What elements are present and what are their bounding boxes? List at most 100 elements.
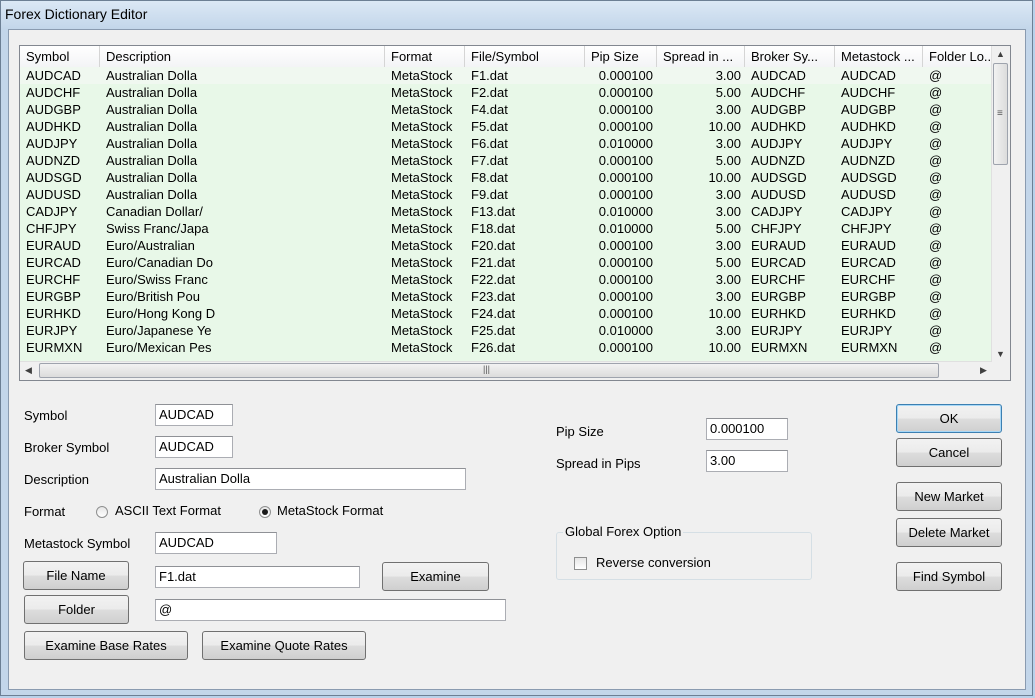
table-row[interactable]: AUDGBP Australian Dolla MetaStock F4.dat 0.0… (20, 101, 992, 118)
table-cell: CADJPY (751, 204, 803, 219)
table-row[interactable]: AUDNZD Australian Dolla MetaStock F7.dat 0.0… (20, 152, 992, 169)
table-cell: 10.00 (708, 306, 741, 321)
table-cell: MetaStock (391, 340, 453, 355)
pip-size-input[interactable]: 0.000100 (706, 418, 788, 440)
table-cell: AUDJPY (26, 136, 78, 151)
forex-table[interactable]: Symbol Description Format File/Symbol Pip Si… (19, 45, 1011, 381)
table-row[interactable]: EURJPY Euro/Japanese Ye MetaStock F25.dat 0.… (20, 322, 992, 339)
table-cell: AUDUSD (26, 187, 81, 202)
scroll-right-arrow-icon[interactable]: ▶ (975, 362, 992, 379)
reverse-conversion-label[interactable]: Reverse conversion (596, 555, 711, 570)
column-header[interactable]: Pip Size (585, 46, 657, 67)
symbol-label: Symbol (24, 408, 68, 423)
table-cell: Australian Dolla (106, 85, 198, 100)
table-row[interactable]: AUDJPY Australian Dolla MetaStock F6.dat 0.0… (20, 135, 992, 152)
table-cell: EURHKD (26, 306, 81, 321)
horizontal-scrollbar[interactable]: ◀ ||| ▶ (20, 361, 992, 380)
table-cell: MetaStock (391, 238, 453, 253)
table-cell: EURMXN (841, 340, 898, 355)
table-cell: EURCHF (751, 272, 806, 287)
metastock-format-radio[interactable] (259, 506, 271, 518)
horizontal-scroll-thumb[interactable]: ||| (39, 363, 939, 378)
table-cell: AUDJPY (751, 136, 803, 151)
scroll-left-arrow-icon[interactable]: ◀ (20, 362, 37, 379)
table-row[interactable]: EURHKD Euro/Hong Kong D MetaStock F24.dat 0.… (20, 305, 992, 322)
column-header[interactable]: File/Symbol (465, 46, 585, 67)
scroll-up-arrow-icon[interactable]: ▲ (992, 46, 1009, 63)
table-row[interactable]: EURCHF Euro/Swiss Franc MetaStock F22.dat 0.… (20, 271, 992, 288)
delete-market-button[interactable]: Delete Market (896, 518, 1002, 547)
description-input[interactable]: Australian Dolla (155, 468, 466, 490)
folder-button[interactable]: Folder (24, 595, 129, 624)
table-body[interactable]: AUDCAD Australian Dolla MetaStock F1.dat 0.0… (20, 67, 992, 363)
table-row[interactable]: AUDCAD Australian Dolla MetaStock F1.dat 0.0… (20, 67, 992, 84)
scroll-down-arrow-icon[interactable]: ▼ (992, 346, 1009, 363)
table-cell: Euro/Swiss Franc (106, 272, 208, 287)
global-forex-option-label: Global Forex Option (563, 524, 684, 539)
reverse-conversion-checkbox[interactable] (574, 557, 587, 570)
table-cell: MetaStock (391, 306, 453, 321)
table-row[interactable]: AUDCHF Australian Dolla MetaStock F2.dat 0.0… (20, 84, 992, 101)
examine-quote-rates-button[interactable]: Examine Quote Rates (202, 631, 366, 660)
column-header[interactable]: Description (100, 46, 385, 67)
examine-base-rates-button[interactable]: Examine Base Rates (24, 631, 188, 660)
title-bar[interactable]: Forex Dictionary Editor (1, 1, 1032, 29)
table-cell: AUDGBP (751, 102, 806, 117)
metastock-format-label[interactable]: MetaStock Format (277, 503, 383, 518)
table-row[interactable]: EURMXN Euro/Mexican Pes MetaStock F26.dat 0.… (20, 339, 992, 356)
cancel-button[interactable]: Cancel (896, 438, 1002, 467)
column-header[interactable]: Symbol (20, 46, 100, 67)
table-cell: MetaStock (391, 323, 453, 338)
table-cell: AUDSGD (751, 170, 807, 185)
ascii-format-label[interactable]: ASCII Text Format (115, 503, 221, 518)
table-cell: F25.dat (471, 323, 516, 338)
table-cell: MetaStock (391, 187, 453, 202)
table-row[interactable]: AUDSGD Australian Dolla MetaStock F8.dat 0.0… (20, 169, 992, 186)
column-header[interactable]: Folder Lo... (923, 46, 992, 67)
table-cell: EURMXN (26, 340, 83, 355)
table-row[interactable]: AUDHKD Australian Dolla MetaStock F5.dat 0.0… (20, 118, 992, 135)
table-row[interactable]: CADJPY Canadian Dollar/MetaStock F13.dat 0.… (20, 203, 992, 220)
spread-in-pips-input[interactable]: 3.00 (706, 450, 788, 472)
column-header[interactable]: Spread in ... (657, 46, 745, 67)
pip-size-label: Pip Size (556, 424, 604, 439)
table-cell: 3.00 (715, 187, 741, 202)
find-symbol-button[interactable]: Find Symbol (896, 562, 1002, 591)
table-cell: CHFJPY (751, 221, 802, 236)
vertical-scrollbar[interactable]: ▲ ≡ ▼ (991, 46, 1010, 363)
table-cell: 0.000100 (598, 119, 653, 134)
broker-symbol-input[interactable]: AUDCAD (155, 436, 233, 458)
vertical-scroll-thumb[interactable]: ≡ (993, 63, 1008, 165)
ok-button[interactable]: OK (896, 404, 1002, 433)
table-cell: 5.00 (715, 255, 741, 270)
column-header[interactable]: Metastock ... (835, 46, 923, 67)
table-row[interactable]: EURGBP Euro/British Pou MetaStock F23.dat 0.… (20, 288, 992, 305)
table-cell: 0.010000 (598, 204, 653, 219)
column-header[interactable]: Format (385, 46, 465, 67)
table-cell: AUDCAD (751, 68, 806, 83)
metastock-symbol-input[interactable]: AUDCAD (155, 532, 277, 554)
table-cell: 0.000100 (598, 153, 653, 168)
column-header[interactable]: Broker Sy... (745, 46, 835, 67)
metastock-symbol-label: Metastock Symbol (24, 536, 131, 551)
symbol-input[interactable]: AUDCAD (155, 404, 233, 426)
table-row[interactable]: EURCAD Euro/Canadian Do MetaStock F21.dat 0.… (20, 254, 992, 271)
table-cell: EURJPY (841, 323, 893, 338)
examine-button[interactable]: Examine (382, 562, 489, 591)
table-cell: F2.dat (471, 85, 508, 100)
file-name-input[interactable]: F1.dat (155, 566, 360, 588)
table-cell: F13.dat (471, 204, 516, 219)
table-cell: Australian Dolla (106, 102, 198, 117)
file-name-button[interactable]: File Name (23, 561, 129, 590)
table-row[interactable]: CHFJPY Swiss Franc/Japa MetaStock F18.dat 0.… (20, 220, 992, 237)
table-cell: AUDCHF (26, 85, 81, 100)
new-market-button[interactable]: New Market (896, 482, 1002, 511)
folder-input[interactable]: @ (155, 599, 506, 621)
table-cell: 3.00 (715, 68, 741, 83)
table-row[interactable]: EURAUD Euro/Australian MetaStock F20.dat 0.0… (20, 237, 992, 254)
table-row[interactable]: AUDUSD Australian Dolla MetaStock F9.dat 0.0… (20, 186, 992, 203)
table-cell: 0.010000 (598, 323, 653, 338)
table-cell: 3.00 (715, 272, 741, 287)
ascii-format-radio[interactable] (96, 506, 108, 518)
table-cell: 5.00 (715, 221, 741, 236)
